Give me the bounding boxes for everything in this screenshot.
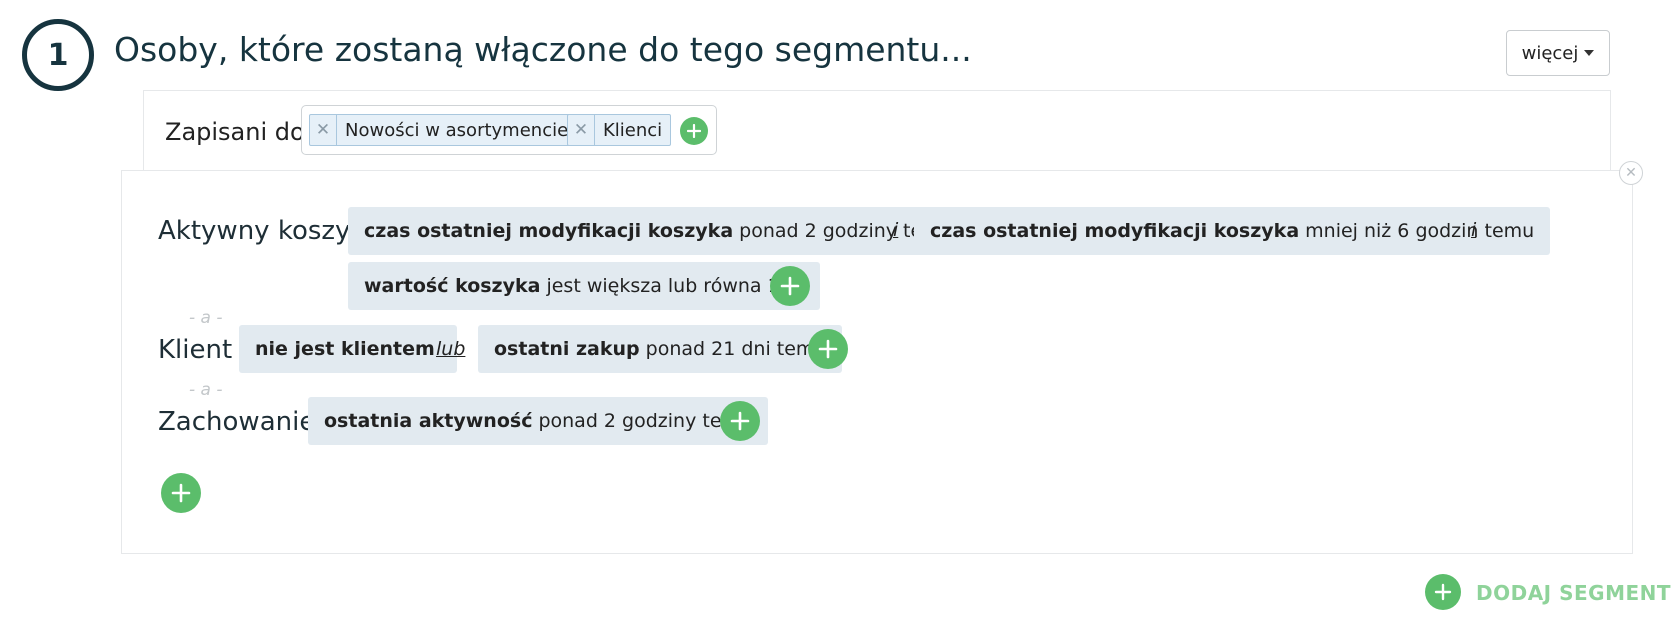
tag-label: Klienci <box>603 119 663 141</box>
remove-tag-icon[interactable]: ✕ <box>310 115 337 145</box>
condition-chip[interactable]: czas ostatniej modyfikacji koszyka mniej… <box>914 207 1551 255</box>
tag-list-item: ✕ Klienci <box>567 114 672 146</box>
condition-field: czas ostatniej modyfikacji koszyka <box>930 220 1300 242</box>
add-segment-icon-button[interactable] <box>1425 574 1461 610</box>
step-number-badge: 1 <box>22 19 94 91</box>
condition-chip[interactable]: wartość koszyka jest większa lub równa 1… <box>348 262 820 310</box>
conjunction-link[interactable]: i <box>893 219 898 241</box>
add-segment-button[interactable]: DODAJ SEGMENT <box>1476 581 1671 605</box>
plus-icon <box>1434 583 1452 601</box>
and-separator: - a - <box>189 308 223 328</box>
tag-label: Nowości w asortymencie <box>345 119 569 141</box>
conjunction-link[interactable]: i <box>1471 219 1476 241</box>
condition-rule: jest większa lub równa 100 <box>546 275 804 297</box>
condition-field: ostatnia aktywność <box>324 410 533 432</box>
condition-rule: mniej niż 6 godzin temu <box>1305 220 1535 242</box>
and-separator: - a - <box>189 380 223 400</box>
caret-down-icon <box>1584 50 1595 56</box>
add-list-button[interactable] <box>680 117 708 145</box>
tag-list-item: ✕ Nowości w asortymencie <box>309 114 578 146</box>
subscribed-label: Zapisani do <box>165 118 305 146</box>
plus-icon <box>818 339 838 359</box>
add-condition-button[interactable] <box>808 329 848 369</box>
plus-icon <box>730 411 750 431</box>
add-condition-button[interactable] <box>770 266 810 306</box>
condition-rule: ponad 21 dni temu <box>645 338 827 360</box>
page-title: Osoby, które zostaną włączone do tego se… <box>114 30 972 69</box>
plus-icon <box>171 483 191 503</box>
close-icon[interactable]: ✕ <box>1619 161 1643 185</box>
condition-field: czas ostatniej modyfikacji koszyka <box>364 220 734 242</box>
condition-field: nie jest klientem <box>255 338 435 360</box>
more-dropdown-button[interactable]: więcej <box>1506 30 1610 76</box>
plus-icon <box>687 124 701 138</box>
condition-chip[interactable]: czas ostatniej modyfikacji koszyka ponad… <box>348 207 969 255</box>
group-label-behavior: Zachowanie <box>158 407 316 437</box>
add-condition-button[interactable] <box>720 401 760 441</box>
condition-chip[interactable]: nie jest klientem <box>239 325 457 373</box>
condition-field: ostatni zakup <box>494 338 640 360</box>
group-label-cart: Aktywny koszyk <box>158 216 366 246</box>
add-group-button[interactable] <box>161 473 201 513</box>
condition-field: wartość koszyka <box>364 275 541 297</box>
more-button-label: więcej <box>1521 42 1579 64</box>
remove-tag-icon[interactable]: ✕ <box>568 115 595 145</box>
conjunction-link[interactable]: lub <box>436 338 465 360</box>
condition-chip[interactable]: ostatnia aktywność ponad 2 godziny temu <box>308 397 769 445</box>
condition-chip[interactable]: ostatni zakup ponad 21 dni temu <box>478 325 843 373</box>
plus-icon <box>780 276 800 296</box>
group-label-client: Klient <box>158 335 233 365</box>
